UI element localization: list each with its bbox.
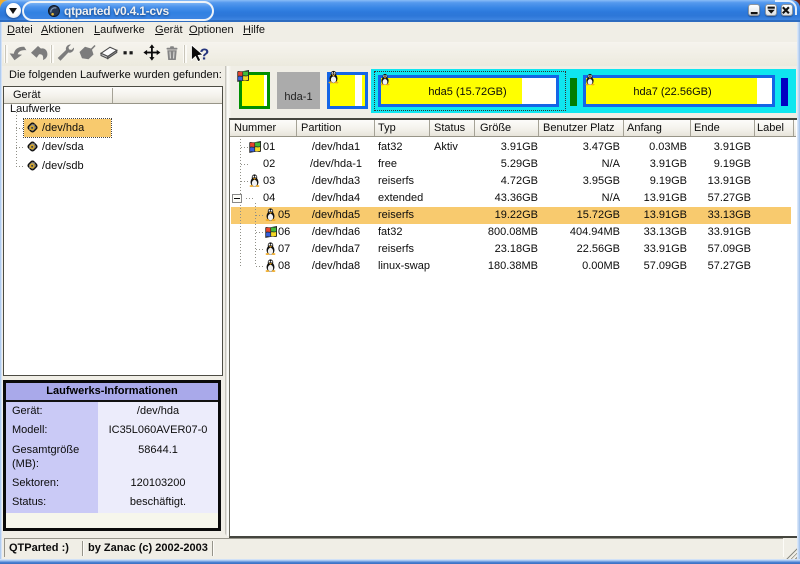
- svg-text:?: ?: [200, 47, 210, 64]
